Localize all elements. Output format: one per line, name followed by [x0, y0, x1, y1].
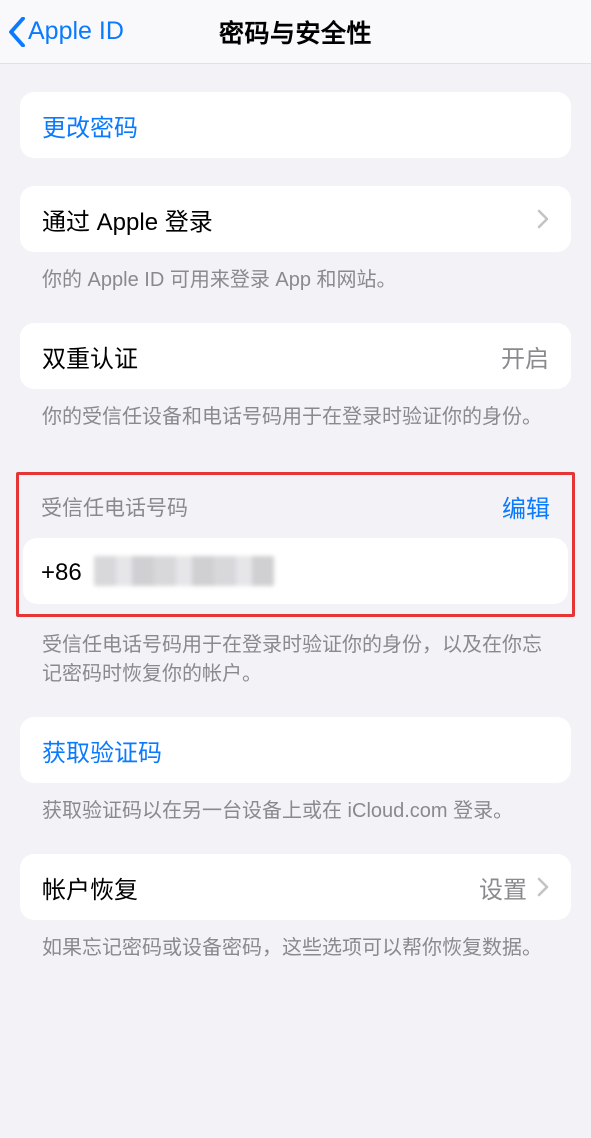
group-get-code: 获取验证码 获取验证码以在另一台设备上或在 iCloud.com 登录。 — [20, 717, 571, 826]
back-button[interactable]: Apple ID — [8, 17, 124, 47]
get-code-label: 获取验证码 — [42, 733, 549, 768]
back-label: Apple ID — [28, 17, 124, 46]
two-factor-cell[interactable]: 双重认证 开启 — [20, 323, 571, 389]
get-code-footer: 获取验证码以在另一台设备上或在 iCloud.com 登录。 — [20, 783, 571, 826]
account-recovery-cell[interactable]: 帐户恢复 设置 — [20, 854, 571, 920]
sign-in-with-apple-label: 通过 Apple 登录 — [42, 202, 537, 237]
sign-in-with-apple-footer: 你的 Apple ID 可用来登录 App 和网站。 — [20, 252, 571, 295]
trusted-phone-footer: 受信任电话号码用于在登录时验证你的身份，以及在你忘记密码时恢复你的帐户。 — [20, 617, 571, 689]
trusted-phone-number: +86 — [41, 556, 550, 587]
trusted-phone-redacted — [94, 556, 274, 586]
trusted-phone-cell[interactable]: +86 — [23, 538, 568, 604]
content: 更改密码 通过 Apple 登录 你的 Apple ID 可用来登录 App 和… — [0, 92, 591, 1003]
account-recovery-footer: 如果忘记密码或设备密码，这些选项可以帮你恢复数据。 — [20, 920, 571, 963]
change-password-label: 更改密码 — [42, 108, 549, 143]
change-password-cell[interactable]: 更改密码 — [20, 92, 571, 158]
sign-in-with-apple-cell[interactable]: 通过 Apple 登录 — [20, 186, 571, 252]
get-code-cell[interactable]: 获取验证码 — [20, 717, 571, 783]
account-recovery-label: 帐户恢复 — [42, 870, 479, 905]
chevron-left-icon — [8, 17, 26, 47]
group-two-factor: 双重认证 开启 你的受信任设备和电话号码用于在登录时验证你的身份。 — [20, 323, 571, 432]
trusted-phone-prefix: +86 — [41, 559, 82, 586]
group-account-recovery: 帐户恢复 设置 如果忘记密码或设备密码，这些选项可以帮你恢复数据。 — [20, 854, 571, 963]
navbar: Apple ID 密码与安全性 — [0, 0, 591, 64]
two-factor-label: 双重认证 — [42, 339, 501, 374]
account-recovery-value: 设置 — [479, 870, 527, 905]
trusted-phone-edit-button[interactable]: 编辑 — [502, 489, 550, 524]
two-factor-footer: 你的受信任设备和电话号码用于在登录时验证你的身份。 — [20, 389, 571, 432]
chevron-right-icon — [537, 877, 549, 897]
group-sign-in-with-apple: 通过 Apple 登录 你的 Apple ID 可用来登录 App 和网站。 — [20, 186, 571, 295]
trusted-phone-header: 受信任电话号码 编辑 — [23, 479, 568, 538]
group-change-password: 更改密码 — [20, 92, 571, 158]
trusted-phone-highlight: 受信任电话号码 编辑 +86 — [16, 472, 575, 617]
trusted-phone-header-title: 受信任电话号码 — [41, 492, 502, 522]
two-factor-value: 开启 — [501, 339, 549, 374]
chevron-right-icon — [537, 209, 549, 229]
